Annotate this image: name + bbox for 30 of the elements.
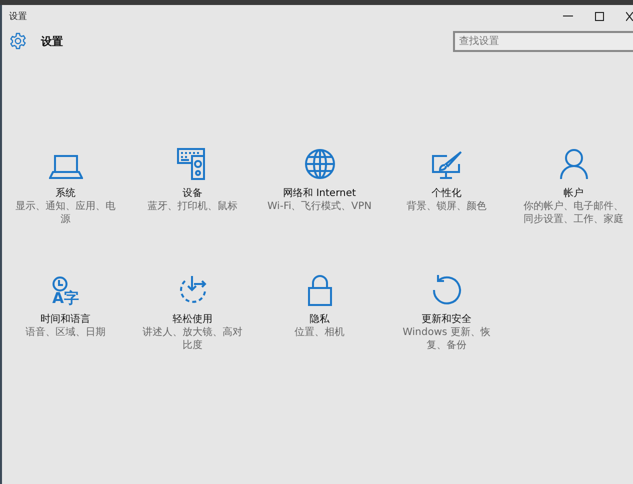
category-description: 你的帐户、电子邮件、同步设置、工作、家庭	[522, 201, 624, 226]
laptop-icon[interactable]	[48, 154, 82, 180]
category-description: 显示、通知、应用、电源	[14, 201, 116, 226]
window-title: 设置	[9, 10, 27, 22]
refresh-icon[interactable]	[430, 274, 462, 306]
search-field[interactable]: 查找设置	[453, 30, 633, 52]
close-icon[interactable]	[626, 12, 633, 20]
lock-icon[interactable]	[306, 274, 332, 306]
category-title[interactable]: 帐户	[564, 186, 584, 200]
category-description: 蓝牙、打印机、鼠标	[146, 201, 238, 214]
category-title[interactable]: 更新和安全	[422, 312, 472, 326]
category-title[interactable]: 网络和 Internet	[283, 186, 356, 200]
category-title[interactable]: 时间和语言	[40, 312, 90, 326]
category-title[interactable]: 设备	[182, 186, 202, 200]
category-description: Wi-Fi、飞行模式、VPN	[266, 201, 372, 214]
monitor-brush-icon[interactable]	[430, 150, 462, 180]
category-title[interactable]: 隐私	[310, 312, 330, 326]
globe-icon[interactable]	[304, 148, 336, 180]
category-description: 讲述人、放大镜、高对比度	[142, 327, 244, 352]
category-title[interactable]: 轻松使用	[172, 312, 212, 326]
person-icon[interactable]	[558, 148, 588, 180]
maximize-icon[interactable]	[595, 12, 604, 20]
page-title: 设置	[41, 34, 63, 48]
category-description: 语音、区域、日期	[24, 327, 106, 340]
category-title[interactable]: 个性化	[432, 186, 462, 200]
category-description: 背景、锁屏、颜色	[406, 201, 488, 214]
gear-icon	[9, 32, 27, 50]
category-title[interactable]: 系统	[56, 186, 76, 200]
category-description: Windows 更新、恢复、备份	[402, 327, 492, 352]
category-description: 位置、相机	[294, 327, 346, 340]
